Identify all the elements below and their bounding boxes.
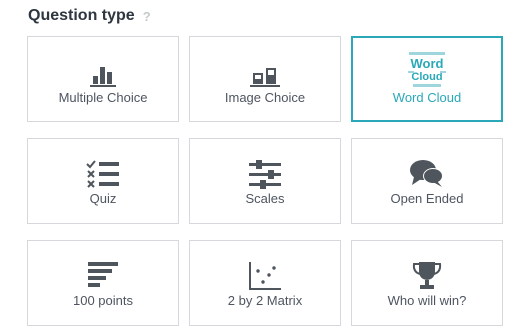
tile-word-cloud[interactable]: Word Cloud Word Cloud [351,36,503,122]
trophy-icon [411,261,443,291]
image-choice-icon [250,65,280,87]
tile-label: Image Choice [224,90,306,105]
tile-image-choice[interactable]: Image Choice [189,36,341,122]
word-cloud-text-1: Word [411,56,444,71]
tile-label: Multiple Choice [58,90,148,105]
tile-open-ended[interactable]: Open Ended [351,138,503,224]
tile-label: Scales [245,191,285,206]
tile-label: Word Cloud [392,90,462,105]
tile-2-by-2-matrix[interactable]: 2 by 2 Matrix [189,240,341,326]
question-type-header: Question type ? [28,7,151,25]
word-cloud-icon: Word Cloud [405,50,449,90]
question-type-grid: Multiple Choice Image Choice Word Cloud [27,36,503,326]
section-title: Question type [28,7,135,24]
word-cloud-text-2: Cloud [411,71,442,83]
tile-scales[interactable]: Scales [189,138,341,224]
tile-label: Open Ended [390,191,464,206]
tile-multiple-choice[interactable]: Multiple Choice [27,36,179,122]
tile-label: 2 by 2 Matrix [227,293,303,308]
tile-100-points[interactable]: 100 points [27,240,179,326]
quiz-checklist-icon [86,159,120,189]
tile-label: Quiz [89,191,117,206]
horizontal-bars-icon [88,261,118,289]
tile-who-will-win[interactable]: Who will win? [351,240,503,326]
tile-label: 100 points [73,293,133,308]
sliders-icon [248,159,282,189]
scatter-matrix-icon [248,261,282,291]
tile-quiz[interactable]: Quiz [27,138,179,224]
chat-bubbles-icon [409,159,445,189]
help-icon[interactable]: ? [143,9,151,24]
bar-chart-icon [90,65,116,87]
tile-label: Who will win? [387,293,467,308]
